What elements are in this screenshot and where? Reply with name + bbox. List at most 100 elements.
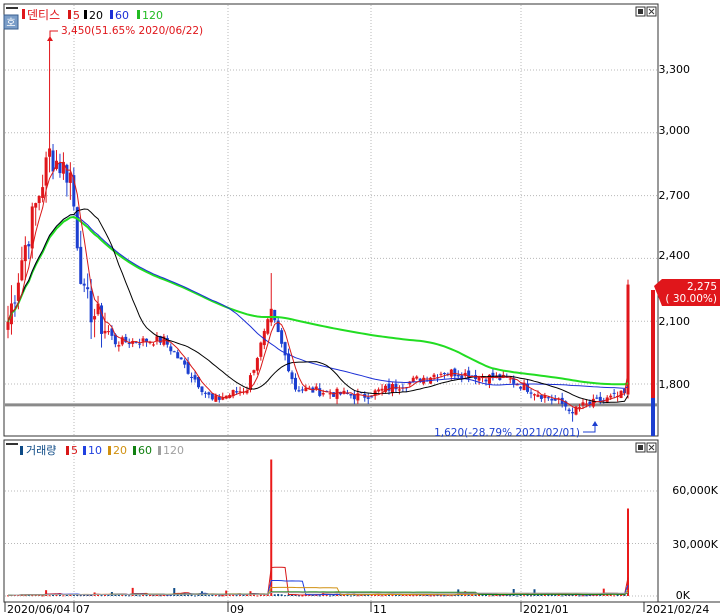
volume-bar — [128, 595, 131, 597]
volume-bar — [512, 589, 515, 596]
min-label: 1,620(-28.79% 2021/02/01) — [434, 427, 580, 439]
volume-panel-frame — [3, 439, 659, 603]
panel-minimize-icon[interactable] — [6, 443, 18, 445]
candle-body — [578, 407, 582, 409]
candle-body — [79, 246, 83, 284]
scroll-marker-blue — [651, 398, 655, 436]
volume-bar — [207, 595, 210, 597]
candle-body — [571, 412, 575, 414]
candle-body — [290, 372, 294, 380]
volume-bar — [561, 595, 564, 597]
candle-body — [567, 409, 571, 412]
candle-body — [207, 392, 211, 395]
y-tick-label: 2,700 — [659, 189, 691, 202]
volume-bar — [284, 595, 287, 597]
candle-body — [335, 388, 339, 399]
volume-bar — [349, 595, 352, 597]
volume-bar — [100, 595, 103, 597]
svg-text:호: 호 — [6, 17, 15, 29]
volume-bar — [280, 594, 283, 596]
candle-body — [546, 397, 550, 399]
volume-bar — [214, 594, 217, 596]
x-tick-label: 09 — [230, 603, 244, 616]
candle-body — [183, 360, 187, 365]
candle-body — [16, 282, 20, 301]
volume-bar — [79, 595, 82, 597]
price-y-axis: 3,300 3,000 2,700 2,400 2,100 1,800 — [659, 63, 691, 391]
y-tick-label: 2,400 — [659, 249, 691, 262]
candle-body — [252, 370, 256, 373]
candle-body — [141, 338, 145, 342]
candle-body — [529, 392, 533, 394]
volume-bar — [232, 594, 235, 596]
volume-bar — [523, 595, 526, 597]
volume-bar — [62, 595, 65, 597]
legend-vma5: 5 — [71, 444, 78, 457]
candle-body — [432, 374, 436, 378]
candle-body — [328, 393, 332, 395]
volume-bar — [211, 594, 214, 596]
volume-bar — [297, 595, 300, 597]
candle-body — [297, 390, 301, 392]
volume-bar — [325, 595, 328, 597]
volume-bar — [256, 595, 259, 597]
volume-bar — [135, 594, 138, 596]
y-tick-label: 3,300 — [659, 63, 691, 76]
max-label: 3,450(51.65% 2020/06/22) — [61, 25, 203, 37]
x-axis: 2020/06/04 07 09 11 2021/01 2021/02/24 — [4, 601, 720, 616]
candle-body — [484, 379, 488, 382]
x-tick-label: 2021/02/24 — [646, 603, 709, 616]
candle-body — [269, 308, 273, 323]
panel-minimize-icon[interactable] — [6, 7, 18, 9]
candle-body — [380, 388, 384, 391]
x-tick-label: 07 — [76, 603, 90, 616]
volume-bar — [536, 594, 539, 596]
y-tick-label: 1,800 — [659, 378, 691, 391]
candle-body — [6, 321, 10, 330]
candle-body — [106, 331, 110, 333]
candle-body — [255, 358, 259, 371]
candle-body — [370, 396, 374, 398]
candle-body — [532, 394, 536, 396]
candle-body — [273, 309, 277, 321]
candle-body — [439, 373, 443, 375]
candle-body — [214, 395, 218, 402]
volume-bar — [620, 595, 623, 597]
candle-body — [293, 377, 297, 390]
candle-body — [539, 395, 543, 399]
candle-body — [259, 342, 263, 357]
candle-body — [519, 386, 523, 389]
candle-body — [300, 389, 304, 391]
candle-body — [536, 394, 540, 397]
volume-bar — [602, 588, 605, 596]
candle-body — [138, 343, 142, 345]
volume-bar — [273, 594, 276, 596]
candle-body — [151, 344, 155, 346]
volume-bar — [398, 594, 401, 596]
candle-body — [453, 368, 457, 377]
candle-body — [34, 203, 38, 208]
volume-bar — [218, 595, 221, 597]
candle-body — [41, 187, 45, 198]
volume-bar — [488, 595, 491, 597]
candle-body — [93, 316, 97, 320]
candle-body — [193, 375, 197, 380]
volume-bar — [613, 595, 616, 597]
candle-body — [415, 376, 419, 379]
volume-bar — [491, 595, 494, 597]
candle-body — [27, 244, 31, 247]
candle-body — [23, 245, 27, 262]
volume-bar — [277, 593, 280, 596]
volume-bar — [235, 595, 238, 597]
candle-body — [366, 397, 370, 399]
candle-body — [48, 148, 52, 157]
candle-body — [82, 283, 86, 286]
candle-body — [235, 391, 239, 393]
candle-body — [609, 395, 613, 398]
current-price-tag: 2,275 ( 30.00%) — [654, 279, 720, 306]
volume-bar — [519, 594, 522, 596]
candle-body — [460, 375, 464, 379]
candle-body — [200, 386, 204, 392]
candle-body — [20, 260, 24, 281]
candle-body — [75, 207, 79, 249]
